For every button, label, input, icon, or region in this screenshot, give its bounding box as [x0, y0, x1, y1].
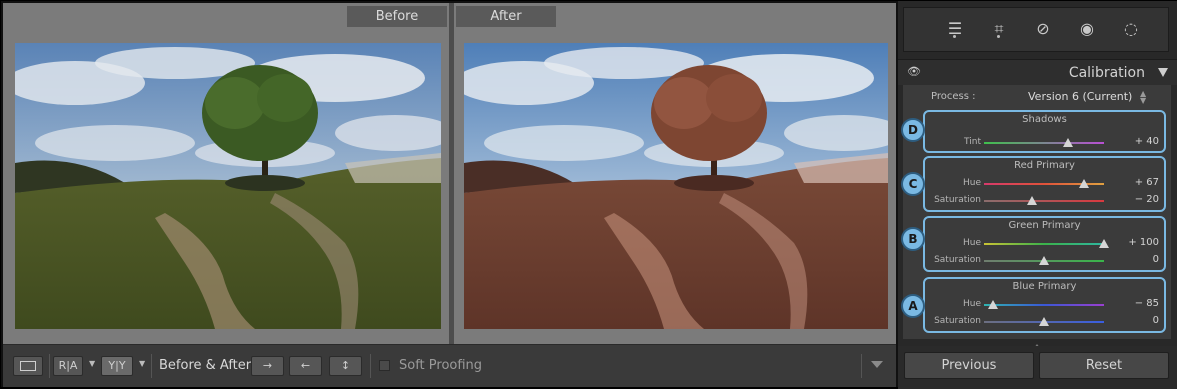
swap-vertical-icon: ↕	[340, 359, 351, 372]
masking-icon[interactable]: ◌	[1120, 18, 1142, 40]
loupe-view-icon	[20, 361, 36, 371]
after-pane: After	[454, 3, 896, 344]
slider-value[interactable]: − 20	[1135, 194, 1159, 205]
slider-thumb[interactable]	[1099, 239, 1109, 248]
develop-right-panel: ☰ ⌗ ⊘ ◉ ◌ 👁 Calibration Process : Versio…	[898, 1, 1177, 389]
red-eye-icon[interactable]: ◉	[1076, 18, 1098, 40]
before-photo[interactable]	[15, 43, 441, 329]
slider-value[interactable]: + 40	[1135, 136, 1159, 147]
slider-track[interactable]	[984, 239, 1109, 248]
eye-icon[interactable]: 👁	[907, 66, 921, 78]
slider-thumb[interactable]	[988, 300, 998, 309]
slider-value[interactable]: − 85	[1135, 298, 1159, 309]
toolbar-menu-triangle-icon[interactable]	[871, 361, 883, 368]
slider-row[interactable]: Saturation 0	[925, 254, 1164, 268]
loupe-view-button[interactable]	[13, 356, 43, 376]
blue-primary-group: Blue Primary Hue − 85 Saturation 0	[923, 277, 1166, 333]
before-after-tb-button[interactable]: Y|Y	[101, 356, 133, 376]
after-label: After	[456, 6, 556, 27]
before-label: Before	[347, 6, 447, 27]
slider-track[interactable]	[984, 317, 1104, 326]
edit-sliders-icon[interactable]: ☰	[944, 18, 966, 40]
slider-label: Saturation	[934, 316, 981, 326]
after-photo[interactable]	[464, 43, 888, 329]
before-pane: Before	[3, 3, 449, 344]
callout-badge-d: D	[901, 118, 925, 142]
crop-icon[interactable]: ⌗	[988, 18, 1010, 40]
slider-label: Hue	[962, 238, 981, 248]
arrow-right-icon: →	[262, 359, 273, 372]
group-title: Shadows	[1022, 114, 1067, 125]
healing-icon[interactable]: ⊘	[1032, 18, 1054, 40]
slider-thumb[interactable]	[1079, 179, 1090, 188]
before-after-lr-button[interactable]: R|A	[53, 356, 83, 376]
slider-row[interactable]: Saturation − 20	[925, 194, 1164, 208]
red-primary-group: Red Primary Hue + 67 Saturation − 20	[923, 156, 1166, 212]
soft-proofing-checkbox[interactable]	[379, 360, 390, 371]
slider-label: Tint	[964, 137, 981, 147]
copy-after-to-before-button[interactable]: ←	[289, 356, 322, 376]
panel-footer: Previous Reset	[898, 346, 1177, 389]
slider-thumb[interactable]	[1063, 138, 1073, 147]
active-indicator	[953, 35, 956, 38]
calibration-panel-header[interactable]: 👁 Calibration	[898, 59, 1177, 85]
tool-strip: ☰ ⌗ ⊘ ◉ ◌	[903, 7, 1169, 52]
slider-track[interactable]	[984, 256, 1104, 265]
toolbar-separator	[861, 354, 862, 378]
chevron-down-icon[interactable]: ▼	[139, 359, 145, 368]
slider-label: Saturation	[934, 195, 981, 205]
process-label: Process :	[931, 91, 976, 102]
slider-thumb[interactable]	[1027, 196, 1037, 205]
callout-badge-c: C	[901, 172, 925, 196]
slider-track[interactable]	[984, 179, 1104, 188]
calibration-panel-body: Process : Version 6 (Current) ▲ ▼ Shadows…	[901, 85, 1171, 339]
process-row[interactable]: Process : Version 6 (Current) ▲ ▼	[903, 87, 1171, 107]
green-primary-group: Green Primary Hue + 100 Saturation 0	[923, 216, 1166, 272]
slider-thumb[interactable]	[1039, 317, 1049, 326]
slider-track[interactable]	[984, 300, 1104, 309]
slider-row[interactable]: Hue − 85	[925, 298, 1164, 312]
panel-title: Calibration	[1068, 65, 1145, 81]
chevron-down-icon[interactable]: ▼	[89, 359, 95, 368]
slider-row[interactable]: Saturation 0	[925, 315, 1164, 329]
slider-label: Saturation	[934, 255, 981, 265]
bottom-toolbar: R|A ▼ Y|Y ▼ Before & After : → ← ↕ Soft …	[3, 344, 896, 387]
collapse-triangle-icon[interactable]	[1158, 68, 1168, 77]
slider-label: Hue	[962, 299, 981, 309]
slider-track[interactable]	[984, 138, 1104, 147]
group-title: Red Primary	[1014, 160, 1075, 171]
slider-row[interactable]: Tint + 40	[925, 136, 1164, 150]
lightroom-develop-window: Before After R|A ▼ Y|Y ▼ Before & After …	[0, 0, 1177, 389]
toolbar-separator	[151, 354, 152, 378]
copy-before-to-after-button[interactable]: →	[251, 356, 284, 376]
arrow-left-icon: ←	[300, 359, 311, 372]
image-work-area: Before After	[3, 3, 896, 344]
select-arrows-icon[interactable]: ▲ ▼	[1140, 90, 1146, 105]
group-title: Green Primary	[1008, 220, 1081, 231]
slider-value[interactable]: + 100	[1128, 237, 1159, 248]
active-indicator	[997, 35, 1000, 38]
callout-badge-b: B	[901, 227, 925, 251]
slider-row[interactable]: Hue + 67	[925, 177, 1164, 191]
slider-value[interactable]: 0	[1153, 315, 1159, 326]
toolbar-separator	[370, 354, 371, 378]
slider-value[interactable]: 0	[1153, 254, 1159, 265]
previous-button[interactable]: Previous	[904, 352, 1034, 379]
callout-badge-a: A	[901, 294, 925, 318]
before-after-label: Before & After :	[159, 358, 260, 373]
toolbar-separator	[49, 354, 50, 378]
soft-proofing-label: Soft Proofing	[399, 358, 483, 373]
reset-button[interactable]: Reset	[1039, 352, 1169, 379]
process-select[interactable]: Version 6 (Current)	[1028, 90, 1132, 103]
slider-label: Hue	[962, 178, 981, 188]
slider-row[interactable]: Hue + 100	[925, 237, 1164, 251]
group-title: Blue Primary	[1012, 281, 1077, 292]
slider-thumb[interactable]	[1039, 256, 1049, 265]
slider-value[interactable]: + 67	[1135, 177, 1159, 188]
swap-before-after-button[interactable]: ↕	[329, 356, 362, 376]
slider-track[interactable]	[984, 196, 1104, 205]
shadows-group: Shadows Tint + 40	[923, 110, 1166, 153]
